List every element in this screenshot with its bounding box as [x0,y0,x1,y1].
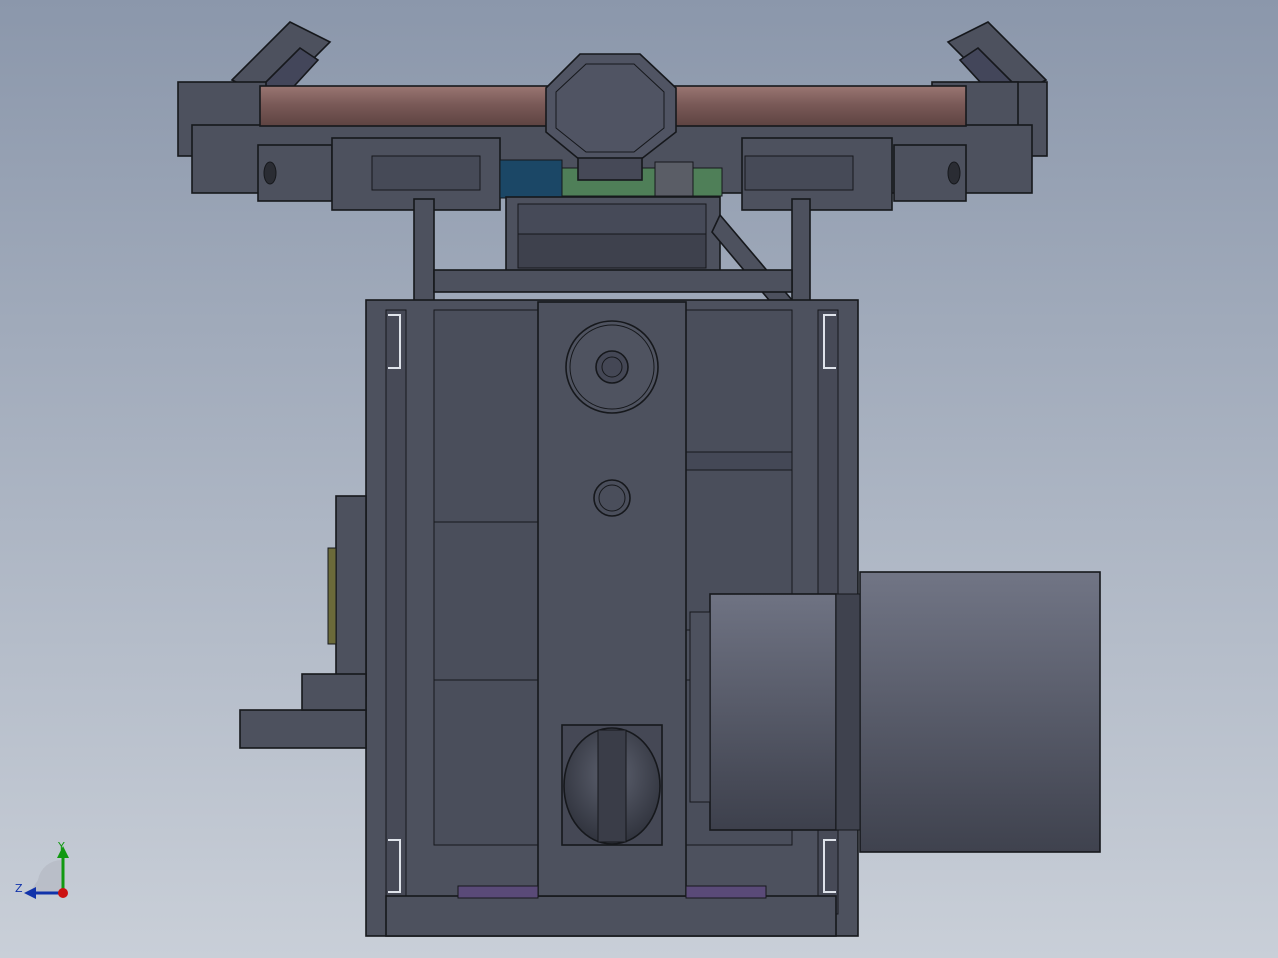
motor-shaft [595,350,629,384]
rod-right [667,85,967,127]
screw-hole-left [263,161,277,185]
center-hub [545,53,677,161]
purple-plate-right [685,885,767,899]
left-foot-plate [239,709,367,749]
z-axis-label: Z [15,882,23,895]
screw-hole-right [947,161,961,185]
camera-lens-barrel [859,571,1101,853]
rod-left [259,85,561,127]
bottom-plate [385,895,837,937]
purple-plate-left [457,885,539,899]
blue-connector [499,159,563,199]
screw-terminal [654,161,694,197]
camera-lens-front [709,593,837,831]
y-axis-label: Y [57,840,65,853]
x-axis-icon [58,888,68,898]
left-side-module [335,495,367,697]
cross-bar [433,269,793,293]
model-canvas[interactable]: Y Z [0,0,1278,958]
cad-viewport[interactable]: Y Z [0,0,1278,958]
